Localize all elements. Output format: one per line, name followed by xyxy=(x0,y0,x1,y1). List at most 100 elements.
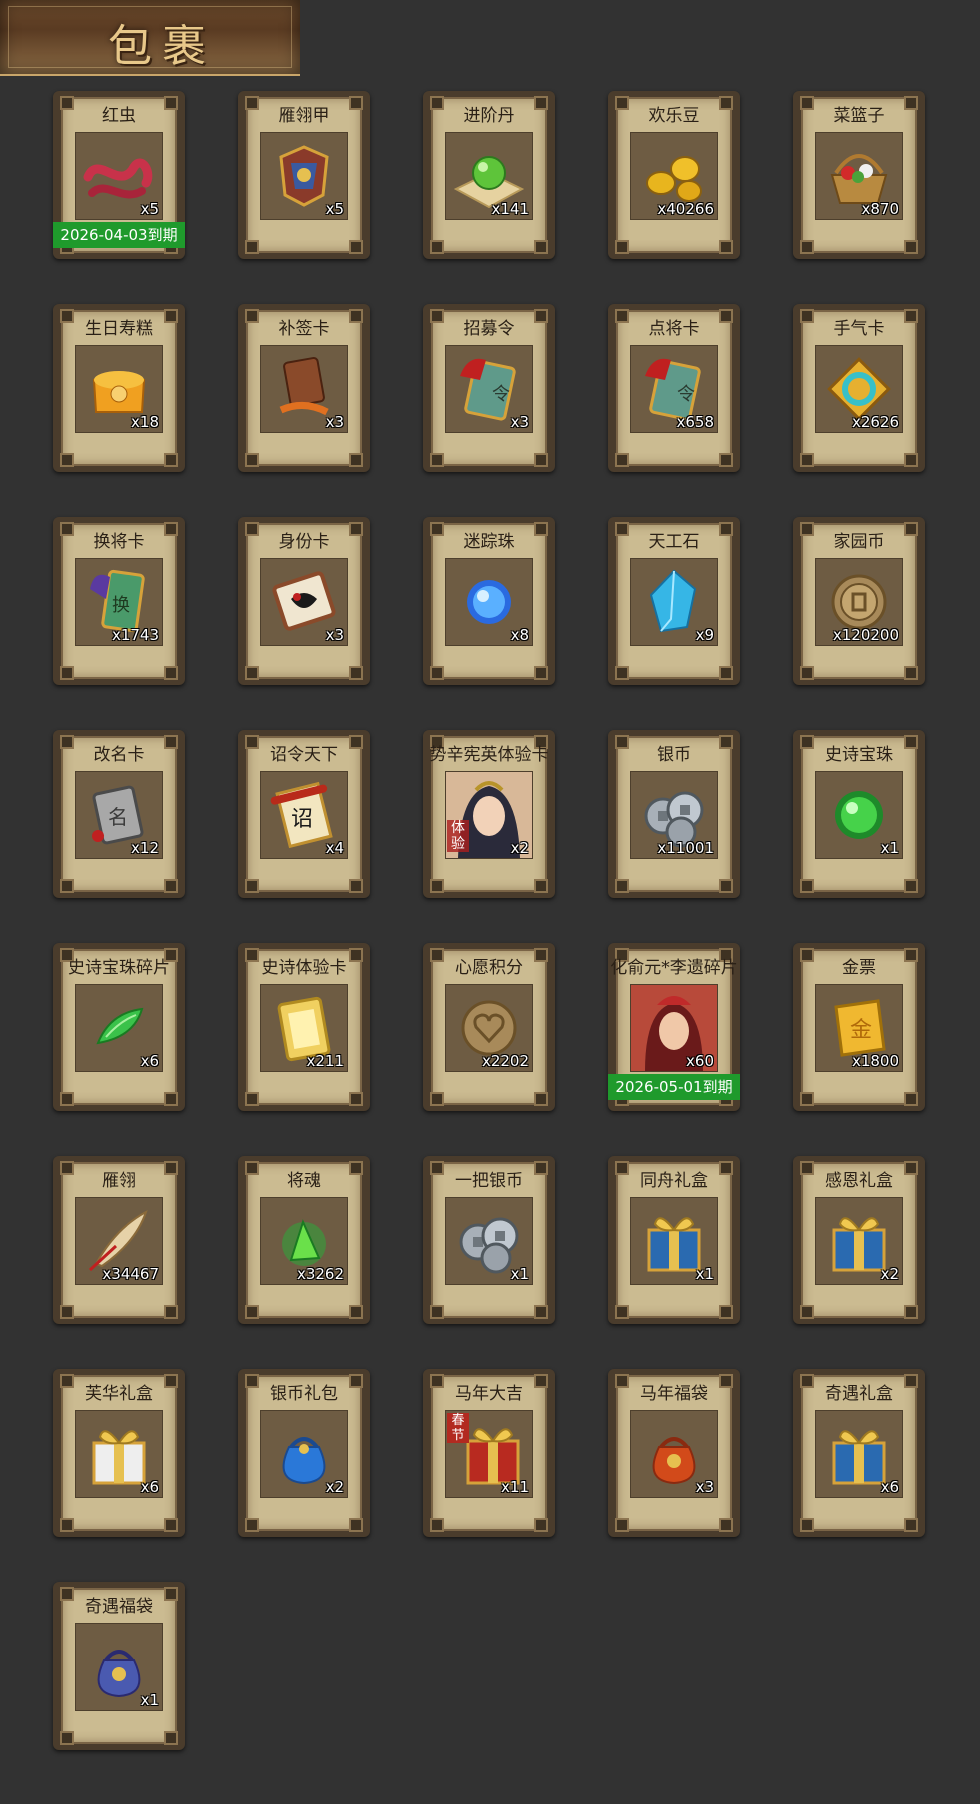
frame-corner xyxy=(904,1305,918,1319)
inventory-item[interactable]: 芙华礼盒 x6 xyxy=(53,1369,185,1537)
svg-text:令: 令 xyxy=(492,384,510,405)
inventory-item[interactable]: 金票金 x1800 xyxy=(793,943,925,1111)
inventory-item[interactable]: 奇遇礼盒 x6 xyxy=(793,1369,925,1537)
inventory-item[interactable]: 天工石 x9 xyxy=(608,517,740,685)
inventory-item[interactable]: 迷踪珠 x8 xyxy=(423,517,555,685)
inventory-item[interactable]: 家园币 x120200 xyxy=(793,517,925,685)
swap-general-card-icon: 换 x1743 xyxy=(75,558,163,646)
inventory-item[interactable]: 化俞元*李遗碎片 x60 2026-05-01到期 xyxy=(608,943,740,1111)
item-name: 势辛宪英体验卡 xyxy=(429,745,549,765)
inventory-item[interactable]: 马年大吉春节 x11 xyxy=(423,1369,555,1537)
svg-text:名: 名 xyxy=(108,805,128,829)
inventory-item[interactable]: 身份卡 x3 xyxy=(238,517,370,685)
inventory-item[interactable]: 奇遇福袋 x1 xyxy=(53,1582,185,1750)
item-quantity: x120200 xyxy=(832,626,899,644)
epic-orb-icon: x1 xyxy=(815,771,903,859)
item-quantity: x12 xyxy=(131,839,159,857)
frame-corner xyxy=(430,1092,444,1106)
inventory-item[interactable]: 银币礼包 x2 xyxy=(238,1369,370,1537)
frame-corner xyxy=(615,240,629,254)
page-title: 包裹 xyxy=(108,21,216,72)
inventory-item[interactable]: 同舟礼盒 x1 xyxy=(608,1156,740,1324)
item-name: 马年福袋 xyxy=(640,1384,708,1404)
item-quantity: x141 xyxy=(491,200,529,218)
inventory-item[interactable]: 心愿积分 x2202 xyxy=(423,943,555,1111)
crafting-stone-icon: x9 xyxy=(630,558,718,646)
inventory-item[interactable]: 雁翎甲 x5 xyxy=(238,91,370,259)
gift-box-icon: x2 xyxy=(815,1197,903,1285)
frame-corner xyxy=(430,879,444,893)
epic-orb-shard-icon: x6 xyxy=(75,984,163,1072)
red-worm-icon: x5 xyxy=(75,132,163,220)
frame-corner xyxy=(904,453,918,467)
frame-corner xyxy=(719,1305,733,1319)
frame-corner xyxy=(60,1731,74,1745)
item-name: 马年大吉 xyxy=(455,1384,523,1404)
item-quantity: x40266 xyxy=(657,200,714,218)
frame-corner xyxy=(60,879,74,893)
inventory-item[interactable]: 一把银币 x1 xyxy=(423,1156,555,1324)
inventory-item[interactable]: 招募令令 x3 xyxy=(423,304,555,472)
item-quantity: x870 xyxy=(861,200,899,218)
gold-ticket-icon: 金 x1800 xyxy=(815,984,903,1072)
frame-corner xyxy=(800,453,814,467)
inventory-item[interactable]: 马年福袋 x3 xyxy=(608,1369,740,1537)
item-name: 欢乐豆 xyxy=(648,106,700,126)
silver-gift-bag-icon: x2 xyxy=(260,1410,348,1498)
inventory-item[interactable]: 手气卡 x2626 xyxy=(793,304,925,472)
frame-corner xyxy=(164,879,178,893)
happy-bean-icon: x40266 xyxy=(630,132,718,220)
item-quantity: x1 xyxy=(695,1265,714,1283)
frame-corner xyxy=(60,1305,74,1319)
inventory-item[interactable]: 生日寿糕 x18 xyxy=(53,304,185,472)
frame-corner xyxy=(164,453,178,467)
frame-corner xyxy=(245,240,259,254)
inventory-item[interactable]: 诏令天下诏 x4 xyxy=(238,730,370,898)
gift-box-icon: x6 xyxy=(75,1410,163,1498)
item-quantity: x60 xyxy=(686,1052,714,1070)
frame-corner xyxy=(534,666,548,680)
item-quantity: x5 xyxy=(325,200,344,218)
frame-corner xyxy=(615,666,629,680)
item-name: 将魂 xyxy=(287,1171,321,1191)
item-name: 进阶丹 xyxy=(463,106,515,126)
item-tag: 春节 xyxy=(447,1413,469,1443)
item-quantity: x3262 xyxy=(296,1265,344,1283)
inventory-item[interactable]: 进阶丹 x141 xyxy=(423,91,555,259)
inventory-item[interactable]: 菜篮子 x870 xyxy=(793,91,925,259)
inventory-item[interactable]: 点将卡令 x658 xyxy=(608,304,740,472)
frame-corner xyxy=(349,879,363,893)
inventory-item[interactable]: 银币 x11001 xyxy=(608,730,740,898)
inventory-item[interactable]: 欢乐豆 x40266 xyxy=(608,91,740,259)
inventory-item[interactable]: 改名卡名 x12 xyxy=(53,730,185,898)
item-name: 迷踪珠 xyxy=(463,532,515,552)
inventory-item[interactable]: 将魂 x3262 xyxy=(238,1156,370,1324)
inventory-item[interactable]: 史诗宝珠 x1 xyxy=(793,730,925,898)
back-button[interactable] xyxy=(0,0,90,74)
item-name: 感恩礼盒 xyxy=(825,1171,893,1191)
frame-corner xyxy=(904,879,918,893)
inventory-item[interactable]: 补签卡 x3 xyxy=(238,304,370,472)
inventory-item[interactable]: 史诗体验卡 x211 xyxy=(238,943,370,1111)
epic-trial-card-icon: x211 xyxy=(260,984,348,1072)
frame-corner xyxy=(60,1518,74,1532)
inventory-item[interactable]: 史诗宝珠碎片 x6 xyxy=(53,943,185,1111)
item-quantity: x11 xyxy=(501,1478,529,1496)
inventory-item[interactable]: 红虫 x5 2026-04-03到期 xyxy=(53,91,185,259)
item-quantity: x2 xyxy=(325,1478,344,1496)
frame-corner xyxy=(534,1305,548,1319)
inventory-item[interactable]: 感恩礼盒 x2 xyxy=(793,1156,925,1324)
frame-corner xyxy=(245,879,259,893)
feather-armor-icon: x5 xyxy=(260,132,348,220)
frame-corner xyxy=(430,666,444,680)
inventory-item[interactable]: 雁翎 x34467 xyxy=(53,1156,185,1324)
inventory-item[interactable]: 势辛宪英体验卡体验 x2 xyxy=(423,730,555,898)
frame-corner xyxy=(719,240,733,254)
hero-trial-card-icon: 体验 x2 xyxy=(445,771,533,859)
frame-corner xyxy=(904,1092,918,1106)
item-name: 同舟礼盒 xyxy=(640,1171,708,1191)
inventory-item[interactable]: 换将卡换 x1743 xyxy=(53,517,185,685)
frame-corner xyxy=(800,240,814,254)
item-quantity: x9 xyxy=(695,626,714,644)
frame-corner xyxy=(534,1518,548,1532)
